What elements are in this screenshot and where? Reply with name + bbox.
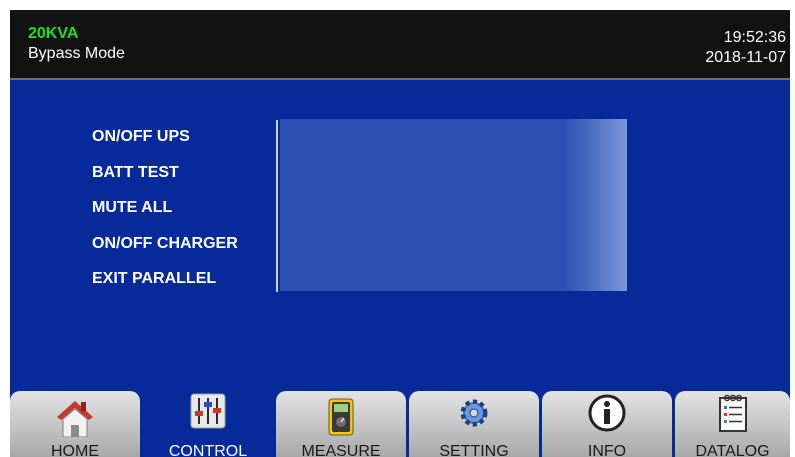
- sliders-icon: [190, 393, 226, 434]
- batt-test-button[interactable]: BATT TEST: [92, 162, 238, 198]
- mute-all-button[interactable]: MUTE ALL: [92, 197, 238, 233]
- control-detail-panel: [280, 119, 627, 291]
- tab-measure[interactable]: MEASURE: [276, 391, 406, 457]
- tab-measure-label: MEASURE: [301, 443, 381, 457]
- tab-home[interactable]: HOME: [10, 391, 140, 457]
- model-rating: 20KVA: [28, 25, 79, 42]
- tab-info[interactable]: INFO: [542, 391, 672, 457]
- status-header: 20KVA Bypass Mode 19:52:36 2018-11-07: [10, 10, 790, 80]
- ups-screen: 20KVA Bypass Mode 19:52:36 2018-11-07 ON…: [10, 10, 790, 457]
- menu-divider: [276, 120, 278, 292]
- home-icon: [55, 393, 95, 442]
- clock: 19:52:36 2018-11-07: [705, 28, 786, 68]
- tab-info-label: INFO: [587, 443, 627, 457]
- tab-setting[interactable]: SETTING: [409, 391, 539, 457]
- tab-setting-label: SETTING: [439, 443, 509, 457]
- operating-mode: Bypass Mode: [28, 45, 125, 62]
- clock-time: 19:52:36: [723, 29, 786, 46]
- on-off-ups-button[interactable]: ON/OFF UPS: [92, 126, 238, 162]
- tab-control[interactable]: CONTROL: [143, 391, 273, 457]
- tab-datalog[interactable]: DATALOG: [675, 391, 790, 457]
- gear-icon: [454, 393, 494, 438]
- control-menu: ON/OFF UPS BATT TEST MUTE ALL ON/OFF CHA…: [92, 126, 238, 304]
- on-off-charger-button[interactable]: ON/OFF CHARGER: [92, 233, 238, 269]
- tab-home-label: HOME: [51, 443, 99, 457]
- notepad-icon: [717, 393, 749, 438]
- info-icon: [587, 393, 627, 438]
- clock-date: 2018-11-07: [705, 49, 786, 66]
- exit-parallel-button[interactable]: EXIT PARALLEL: [92, 268, 238, 304]
- status-left: 20KVA Bypass Mode: [28, 24, 125, 64]
- bottom-nav: HOME CONTROL MEASURE SETTING INFO DATALO…: [10, 385, 790, 457]
- tab-control-label: CONTROL: [168, 443, 248, 457]
- multimeter-icon: [326, 393, 356, 442]
- tab-datalog-label: DATALOG: [695, 443, 770, 457]
